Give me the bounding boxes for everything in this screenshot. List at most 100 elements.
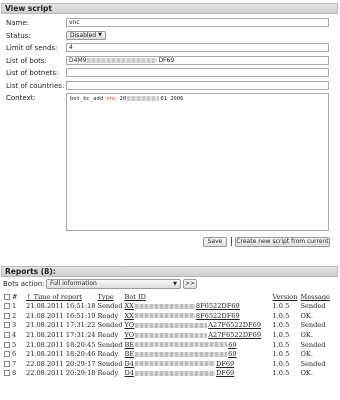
bots-label: List of bots: xyxy=(6,57,47,65)
view-script-title: View script xyxy=(5,4,53,13)
botnets-field[interactable] xyxy=(66,68,329,77)
bots-field[interactable]: D4M9 DF69 xyxy=(66,56,329,65)
row-checkbox[interactable] xyxy=(4,312,10,319)
chevron-down-icon: ▼ xyxy=(173,281,177,287)
table-row: 6 21.08.2011 18:20:46 Ready BE 69 1.0.5 OK. xyxy=(3,350,337,360)
context-textarea[interactable]: bot_bc_add vnc 20 01 2006 xyxy=(66,93,329,231)
row-type: Ready xyxy=(97,331,119,340)
row-time: 21.08.2011 17:31:24 xyxy=(26,331,96,340)
row-number: 4 xyxy=(12,331,17,340)
row-version: 1.0.5 xyxy=(272,340,290,349)
sort-up-icon: ↑ xyxy=(26,293,34,301)
bot-id-suffix: A27F6522DF69 xyxy=(208,331,262,340)
reports-title: Reports (8): xyxy=(5,267,56,276)
bot-id-suffix: 69 xyxy=(228,340,237,349)
chevron-down-icon: ▼ xyxy=(98,32,102,38)
context-arg: vnc xyxy=(106,96,117,102)
redacted-mark xyxy=(134,361,215,367)
row-message: OK. xyxy=(300,331,313,340)
row-bot-id-link[interactable]: YO A27F6522DF69 xyxy=(123,321,271,331)
bot-id-prefix: BE xyxy=(124,350,135,359)
context-label: Context: xyxy=(6,94,36,102)
row-time: 22.08.2011 20:29:17 xyxy=(26,359,96,368)
redacted-mark xyxy=(135,342,228,348)
reports-table: # ↑ Time of report Type Bot ID Version M… xyxy=(3,293,337,379)
row-bot-id-link[interactable]: BE 69 xyxy=(123,350,271,360)
row-number: 8 xyxy=(12,369,17,378)
name-value: vnc xyxy=(69,19,80,26)
row-type: Ready xyxy=(97,350,119,359)
status-label: Status: xyxy=(6,32,31,40)
table-header-row: # ↑ Time of report Type Bot ID Version M… xyxy=(3,293,337,302)
create-new-script-button[interactable]: Create new script from current xyxy=(235,237,330,247)
context-end: 01 2006 xyxy=(160,96,184,102)
row-checkbox-cell xyxy=(3,360,11,370)
row-bot-id-link[interactable]: XX 8F6522DF69 xyxy=(123,302,271,312)
row-checkbox-cell xyxy=(3,312,11,322)
save-button[interactable]: Save xyxy=(203,237,227,247)
go-button[interactable]: >> xyxy=(183,279,197,289)
row-checkbox[interactable] xyxy=(4,322,10,329)
row-version: 1.0.5 xyxy=(272,302,290,311)
row-checkbox-cell xyxy=(3,369,11,379)
bots-value-suffix: DF69 xyxy=(158,57,175,64)
redacted-mark xyxy=(134,303,195,309)
row-bot-id-link[interactable]: XX 8F6522DF69 xyxy=(123,312,271,322)
bot-id-prefix: D4 xyxy=(124,369,134,378)
button-separator xyxy=(231,237,232,246)
row-checkbox-cell xyxy=(3,321,11,331)
select-all-header xyxy=(3,293,11,302)
col-type-header[interactable]: Type xyxy=(96,293,123,302)
name-label: Name: xyxy=(6,19,30,27)
row-number: 6 xyxy=(12,350,17,359)
row-time: 21.08.2011 17:31:22 xyxy=(26,321,96,330)
col-version-header[interactable]: Version xyxy=(271,293,299,302)
row-checkbox-cell xyxy=(3,340,11,350)
redacted-mark xyxy=(135,332,208,338)
row-number: 1 xyxy=(12,302,17,311)
row-bot-id-link[interactable]: BE 69 xyxy=(123,340,271,350)
row-checkbox-cell xyxy=(3,331,11,341)
countries-field[interactable] xyxy=(66,81,329,90)
bot-id-prefix: D4 xyxy=(124,359,134,368)
row-checkbox[interactable] xyxy=(4,303,10,310)
bot-id-prefix: XX xyxy=(124,311,134,320)
redacted-mark xyxy=(134,313,195,319)
col-botid-header[interactable]: Bot ID xyxy=(123,293,271,302)
row-type: Ready xyxy=(97,311,119,320)
row-type: Sended xyxy=(97,340,123,349)
col-message-header[interactable]: Message xyxy=(299,293,337,302)
col-time-header[interactable]: ↑ Time of report xyxy=(25,293,96,302)
row-time: 22.08.2011 20:29:18 xyxy=(26,369,96,378)
row-bot-id-link[interactable]: D4 DF69 xyxy=(123,360,271,370)
table-row: 1 21.08.2011 16:51:18 Sended XX 8F6522DF69 1.… xyxy=(3,302,337,312)
status-value: Disabled xyxy=(70,32,97,39)
bot-id-prefix: XX xyxy=(124,302,134,311)
bot-id-suffix: 69 xyxy=(228,350,237,359)
redacted-mark xyxy=(135,322,208,328)
row-checkbox[interactable] xyxy=(4,360,10,367)
row-type: Sended xyxy=(97,302,123,311)
status-select[interactable]: Disabled ▼ xyxy=(66,31,106,40)
bots-action-select[interactable]: Full information ▼ xyxy=(46,279,181,289)
row-number: 5 xyxy=(12,340,17,349)
row-number: 3 xyxy=(12,321,17,330)
name-field[interactable]: vnc xyxy=(66,18,329,27)
table-row: 4 21.08.2011 17:31:24 Ready YO A27F6522DF69 1… xyxy=(3,331,337,341)
bot-id-suffix: DF69 xyxy=(215,359,235,368)
row-message: Sended xyxy=(300,302,326,311)
col-time-label: Time of report xyxy=(33,293,82,301)
bot-id-suffix: 8F6522DF69 xyxy=(195,311,240,320)
row-checkbox[interactable] xyxy=(4,370,10,377)
row-version: 1.0.5 xyxy=(272,350,290,359)
limit-field[interactable]: 4 xyxy=(66,43,329,52)
row-type: Sended xyxy=(97,321,123,330)
row-checkbox[interactable] xyxy=(4,332,10,339)
row-checkbox[interactable] xyxy=(4,351,10,358)
select-all-checkbox[interactable] xyxy=(4,294,10,300)
view-script-header: View script xyxy=(1,3,338,14)
row-bot-id-link[interactable]: YO A27F6522DF69 xyxy=(123,331,271,341)
row-checkbox[interactable] xyxy=(4,341,10,348)
row-bot-id-link[interactable]: D4 DF69 xyxy=(123,369,271,379)
limit-label: Limit of sends: xyxy=(6,44,58,52)
